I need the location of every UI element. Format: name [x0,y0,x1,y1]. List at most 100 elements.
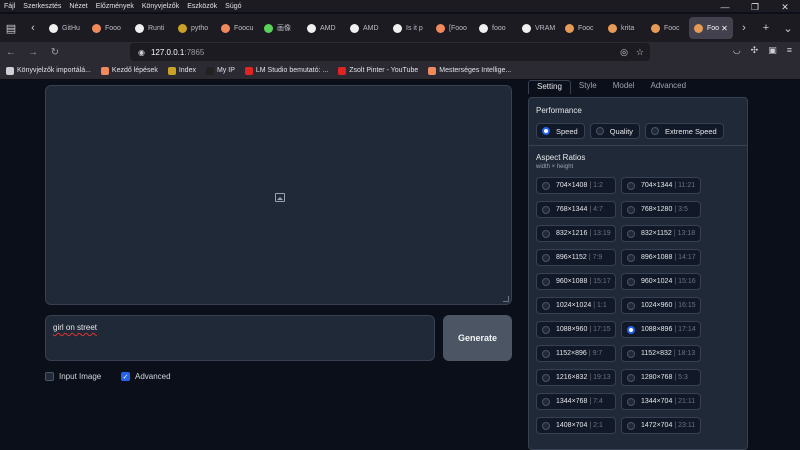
radio-icon[interactable] [542,277,550,286]
tab-style[interactable]: Style [571,80,605,94]
tab-advanced[interactable]: Advanced [643,80,695,94]
browser-tab[interactable]: GitHu [44,17,87,39]
browser-tab[interactable]: Runti [130,17,173,39]
radio-icon[interactable] [542,205,550,214]
aspect-ratio-option[interactable]: 1024×960 | 16:15 [621,297,701,314]
aspect-ratio-option[interactable]: 1216×832 | 19:13 [536,369,616,386]
radio-icon[interactable] [542,229,550,238]
browser-tab[interactable]: Fooc [560,17,603,39]
bookmark-item[interactable]: Zsolt Pinter - YouTube [338,66,418,75]
prompt-input[interactable]: girl on street [45,315,435,361]
browser-tab[interactable]: AMD [345,17,388,39]
resize-grip-icon[interactable] [503,296,509,302]
aspect-ratio-option[interactable]: 896×1152 | 7:9 [536,249,616,266]
tab-scroll-right-icon[interactable]: › [733,17,755,39]
aspect-ratio-option[interactable]: 768×1344 | 4:7 [536,201,616,218]
browser-tab[interactable]: Foocu [216,17,259,39]
aspect-ratio-option[interactable]: 704×1408 | 1:2 [536,177,616,194]
menu-item-2[interactable]: Nézet [65,3,91,10]
forward-icon[interactable]: → [22,47,44,58]
bookmark-item[interactable]: Kezdő lépések [100,66,158,75]
browser-tab[interactable]: pytho [173,17,216,39]
radio-icon[interactable] [542,421,550,430]
back-icon[interactable]: ← [0,47,22,58]
aspect-ratio-option[interactable]: 704×1344 | 11:21 [621,177,701,194]
radio-icon[interactable] [542,253,550,262]
radio-icon[interactable] [542,127,550,135]
radio-icon[interactable] [627,181,635,190]
tab-model[interactable]: Model [605,80,643,94]
aspect-ratio-option[interactable]: 960×1088 | 15:17 [536,273,616,290]
aspect-ratio-option[interactable]: 1152×896 | 9:7 [536,345,616,362]
fingerprint-icon[interactable]: ◎ [620,47,628,58]
aspect-ratio-option[interactable]: 1280×768 | 5:3 [621,369,701,386]
aspect-ratio-option[interactable]: 1152×832 | 18:13 [621,345,701,362]
aspect-ratio-option[interactable]: 1408×704 | 2:1 [536,417,616,434]
browser-tab[interactable]: Is it p [388,17,431,39]
new-tab-icon[interactable]: + [755,17,777,39]
aspect-ratio-option[interactable]: 832×1152 | 13:18 [621,225,701,242]
browser-tab[interactable]: Foo ✕ [689,17,733,39]
browser-tab[interactable]: [Fooo [431,17,474,39]
extensions-icon[interactable]: ✣ [751,45,759,56]
radio-icon[interactable] [542,397,550,406]
bookmark-item[interactable]: Könyvjelzők importálá... [6,66,91,75]
performance-option[interactable]: Quality [589,123,641,139]
input-image-check-box[interactable] [45,372,54,381]
menu-item-0[interactable]: Fájl [0,3,19,10]
reload-icon[interactable]: ↻ [44,47,66,58]
generate-button[interactable]: Generate [443,315,512,361]
radio-icon[interactable] [651,127,660,135]
radio-icon[interactable] [627,373,635,382]
site-info-icon[interactable]: ◉ [138,48,145,57]
radio-icon[interactable] [542,325,550,334]
app-menu-icon[interactable]: ≡ [787,45,792,56]
aspect-ratio-option[interactable]: 1088×896 | 17:14 [621,321,701,338]
aspect-ratio-option[interactable]: 1344×704 | 21:11 [621,393,701,410]
aspect-ratio-option[interactable]: 832×1216 | 13:19 [536,225,616,242]
radio-icon[interactable] [542,181,550,190]
account-icon[interactable]: ▣ [768,45,777,56]
bookmark-item[interactable]: LM Studio bemutató: ... [244,66,328,75]
browser-tab[interactable]: fooo [474,17,517,39]
menu-item-4[interactable]: Könyvjelzők [138,3,183,10]
radio-icon[interactable] [627,229,635,238]
browser-tab[interactable]: Fooo [87,17,130,39]
aspect-ratio-option[interactable]: 768×1280 | 3:5 [621,201,701,218]
advanced-check-box[interactable]: ✓ [121,372,130,381]
firefox-view-icon[interactable]: ▤ [0,17,22,39]
aspect-ratio-option[interactable]: 960×1024 | 15:16 [621,273,701,290]
menu-item-5[interactable]: Eszközök [183,3,221,10]
browser-tab[interactable]: 画像 [259,17,302,39]
radio-icon[interactable] [595,127,604,135]
browser-tab[interactable]: Fooc [646,17,689,39]
image-output-area[interactable] [45,85,512,305]
performance-option[interactable]: Extreme Speed [645,123,724,139]
list-tabs-icon[interactable]: ⌄ [777,17,799,39]
performance-option[interactable]: Speed [536,123,585,139]
input-image-checkbox[interactable]: Input Image [45,372,101,381]
browser-tab[interactable]: AMD [302,17,345,39]
radio-icon[interactable] [627,421,635,430]
radio-icon[interactable] [627,397,635,406]
close-tab-icon[interactable]: ✕ [721,24,728,33]
aspect-ratio-option[interactable]: 896×1088 | 14:17 [621,249,701,266]
radio-icon[interactable] [627,325,635,334]
radio-icon[interactable] [542,373,550,382]
menu-item-1[interactable]: Szerkesztés [19,3,65,10]
tab-scroll-left-icon[interactable]: ‹ [22,17,44,39]
aspect-ratio-option[interactable]: 1344×768 | 7:4 [536,393,616,410]
radio-icon[interactable] [627,349,635,358]
pocket-icon[interactable]: ◡ [733,45,741,56]
radio-icon[interactable] [542,301,550,310]
radio-icon[interactable] [542,349,550,358]
aspect-ratio-option[interactable]: 1472×704 | 23:11 [621,417,701,434]
bookmark-item[interactable]: My IP [205,66,235,75]
advanced-checkbox[interactable]: ✓ Advanced [121,372,171,381]
radio-icon[interactable] [627,277,635,286]
bookmark-item[interactable]: Mesterséges Intellige... [428,66,511,75]
radio-icon[interactable] [627,253,635,262]
aspect-ratio-option[interactable]: 1024×1024 | 1:1 [536,297,616,314]
bookmark-star-icon[interactable]: ☆ [636,47,644,58]
url-bar[interactable]: ◉ 127.0.0.1:7865 ◎ ☆ [130,43,650,61]
